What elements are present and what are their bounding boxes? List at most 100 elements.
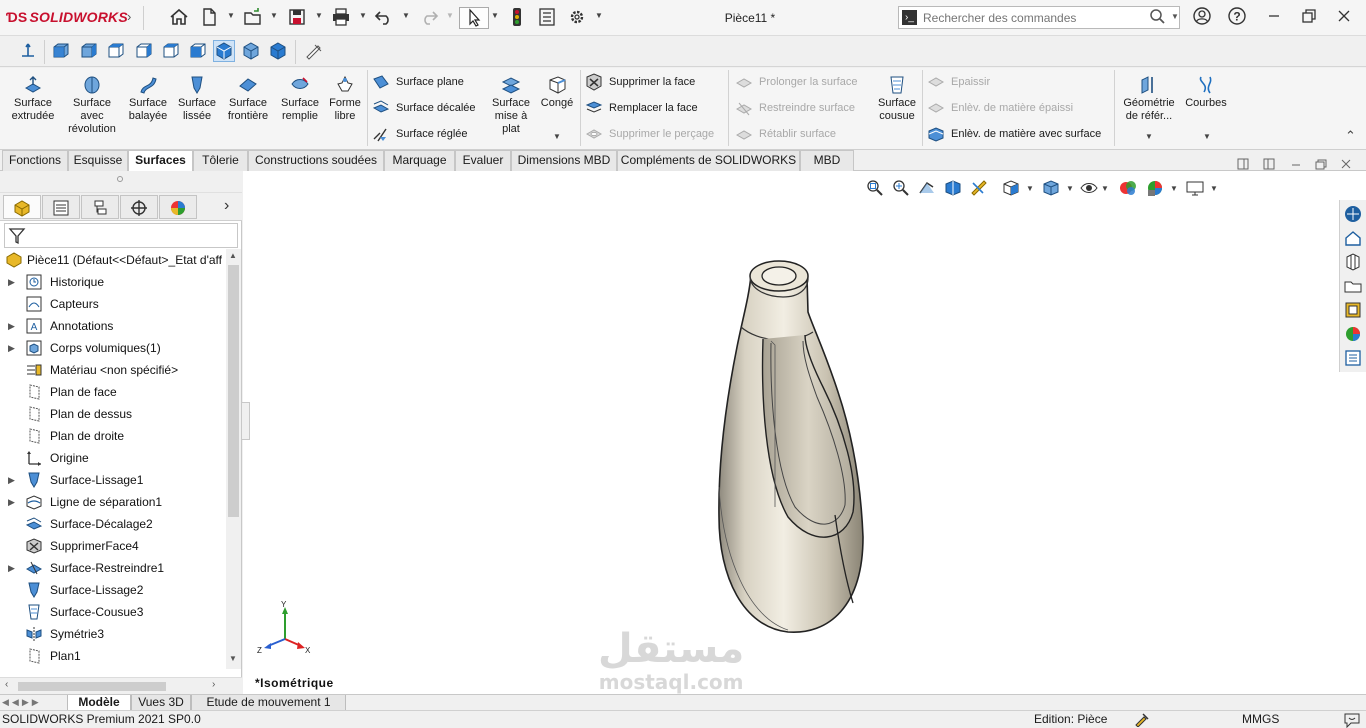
save-dropdown-icon[interactable]: ▼ <box>315 11 323 20</box>
reference-geometry-dropdown-icon[interactable]: ▼ <box>1145 132 1153 141</box>
scroll-thumb[interactable] <box>228 265 239 517</box>
tree-item[interactable]: Capteurs <box>0 293 226 315</box>
options-dropdown-icon[interactable]: ▼ <box>595 11 603 20</box>
fillet-dropdown-icon[interactable]: ▼ <box>553 132 561 141</box>
tree-item[interactable]: Plan de face <box>0 381 226 403</box>
solidworks-resources-icon[interactable] <box>1343 204 1364 225</box>
print-dropdown-icon[interactable]: ▼ <box>359 11 367 20</box>
reference-geometry-button[interactable]: Géométrie de référ... <box>1118 74 1180 123</box>
tree-vertical-scrollbar[interactable]: ▲ ▼ <box>226 249 241 669</box>
tab-marquage[interactable]: Marquage <box>384 150 455 171</box>
flatten-surface-button[interactable]: Surface mise à plat <box>488 74 534 136</box>
expand-arrow-icon[interactable]: ▶ <box>8 469 15 491</box>
graphics-area[interactable]: ▼ ▼ ▼ ▼ ▼ Y X Z مستقل mostaql.com *Isomé… <box>243 158 1366 694</box>
view-back-icon[interactable] <box>78 40 100 62</box>
display-manager-tab-icon[interactable] <box>159 195 197 219</box>
ruled-surface-button[interactable]: Surface réglée <box>372 123 468 145</box>
menu-expand-icon[interactable]: › <box>127 9 131 24</box>
help-icon[interactable]: ? <box>1225 6 1249 30</box>
apply-scene-icon[interactable] <box>1145 179 1165 197</box>
configuration-manager-tab-icon[interactable] <box>81 195 119 219</box>
knit-surface-button[interactable]: Surface cousue <box>872 74 922 123</box>
tree-item[interactable]: Origine <box>0 447 226 469</box>
expand-arrow-icon[interactable]: ▶ <box>8 315 15 337</box>
tab-evaluer[interactable]: Evaluer <box>455 150 511 171</box>
curves-dropdown-icon[interactable]: ▼ <box>1203 132 1211 141</box>
custom-properties-icon[interactable] <box>1343 348 1364 369</box>
file-properties-icon[interactable] <box>536 7 558 29</box>
tab-modele[interactable]: Modèle <box>67 695 131 711</box>
panel-resize-handle[interactable] <box>241 402 250 440</box>
search-dropdown-icon[interactable]: ▼ <box>1171 12 1179 21</box>
expand-arrow-icon[interactable]: ▶ <box>8 491 15 513</box>
freeform-button[interactable]: Forme libre <box>326 74 364 123</box>
tree-item[interactable]: Plan de dessus <box>0 403 226 425</box>
tab-motion-study[interactable]: Etude de mouvement 1 <box>191 695 346 711</box>
tree-horizontal-scrollbar[interactable]: ‹ › <box>0 677 242 694</box>
open-dropdown-icon[interactable]: ▼ <box>270 11 278 20</box>
expand-arrow-icon[interactable]: ▶ <box>8 337 15 359</box>
tab-complements[interactable]: Compléments de SOLIDWORKS <box>617 150 800 171</box>
design-library-icon[interactable] <box>1343 252 1364 273</box>
section-view-icon[interactable] <box>943 179 963 197</box>
normal-to-icon[interactable] <box>17 40 39 62</box>
planar-surface-button[interactable]: Surface plane <box>372 71 464 93</box>
offset-surface-button[interactable]: Surface décalée <box>372 97 476 119</box>
tab-vues-3d[interactable]: Vues 3D <box>131 695 191 711</box>
tree-item[interactable]: ▶ Ligne de séparation1 <box>0 491 226 513</box>
property-manager-tab-icon[interactable] <box>42 195 80 219</box>
minimize-icon[interactable] <box>1262 6 1286 30</box>
apply-scene-dropdown-icon[interactable]: ▼ <box>1170 184 1178 193</box>
extruded-surface-button[interactable]: Surface extrudée <box>8 74 58 123</box>
tree-item[interactable]: ▶ Corps volumiques(1) <box>0 337 226 359</box>
tree-filter[interactable] <box>4 223 238 248</box>
view-dimetric-icon[interactable] <box>267 40 289 62</box>
tree-item[interactable]: Symétrie3 <box>0 623 226 645</box>
appearances-scenes-icon[interactable] <box>1343 324 1364 345</box>
user-account-icon[interactable] <box>1190 6 1214 30</box>
zoom-to-fit-icon[interactable] <box>865 179 885 197</box>
thickened-cut-button[interactable]: Enlèv. de matière épaissi <box>927 97 1073 119</box>
redo-dropdown-icon[interactable]: ▼ <box>446 11 454 20</box>
search-icon[interactable] <box>1149 8 1165 29</box>
fillet-button[interactable]: Congé <box>538 74 576 110</box>
tree-item[interactable]: ▶ A Annotations <box>0 315 226 337</box>
revolved-surface-button[interactable]: Surface avec révolution <box>64 74 120 136</box>
untrim-surface-button[interactable]: Rétablir surface <box>735 123 836 145</box>
thicken-button[interactable]: Epaissir <box>927 71 990 93</box>
tab-tolerie[interactable]: Tôlerie <box>193 150 248 171</box>
curves-button[interactable]: Courbes <box>1182 74 1230 110</box>
previous-view-icon[interactable] <box>917 179 937 197</box>
save-icon[interactable] <box>286 7 308 29</box>
filled-surface-button[interactable]: Surface remplie <box>277 74 323 123</box>
home-icon[interactable] <box>168 7 190 29</box>
display-style-icon[interactable] <box>1041 179 1061 197</box>
rebuild-traffic-light-icon[interactable] <box>506 7 528 29</box>
rebuild-status-icon[interactable] <box>1134 712 1150 727</box>
new-document-icon[interactable] <box>198 7 220 29</box>
feature-tree-tab-icon[interactable] <box>3 195 41 219</box>
collapse-ribbon-icon[interactable]: ⌃ <box>1345 128 1356 144</box>
tab-mbd[interactable]: MBD <box>800 150 854 171</box>
view-front-icon[interactable] <box>50 40 72 62</box>
tree-item[interactable]: ▶ Historique <box>0 271 226 293</box>
boundary-surface-button[interactable]: Surface frontière <box>222 74 274 123</box>
view-selector-icon[interactable] <box>302 40 324 62</box>
tab-dimensions-mbd[interactable]: Dimensions MBD <box>511 150 617 171</box>
delete-hole-button[interactable]: Supprimer le perçage <box>585 123 714 145</box>
tree-root-part[interactable]: Pièce11 (Défaut<<Défaut>_Etat d'aff <box>0 249 226 271</box>
tree-item[interactable]: Plan de droite <box>0 425 226 447</box>
edit-appearance-icon[interactable] <box>1119 179 1139 197</box>
panel-splitter[interactable] <box>0 171 242 193</box>
tree-item[interactable]: Matériau <non spécifié> <box>0 359 226 381</box>
zoom-to-area-icon[interactable] <box>891 179 911 197</box>
bottle-3d-model[interactable] <box>713 257 873 637</box>
tab-fonctions[interactable]: Fonctions <box>2 150 68 171</box>
view-trimetric-icon[interactable] <box>240 40 262 62</box>
view-palette-icon[interactable] <box>1343 300 1364 321</box>
tree-item[interactable]: ▶ Surface-Restreindre1 <box>0 557 226 579</box>
surface-cut-button[interactable]: Enlèv. de matière avec surface <box>927 123 1101 145</box>
tab-constructions-soudees[interactable]: Constructions soudées <box>248 150 384 171</box>
select-dropdown-icon[interactable]: ▼ <box>491 11 499 20</box>
undo-dropdown-icon[interactable]: ▼ <box>402 11 410 20</box>
